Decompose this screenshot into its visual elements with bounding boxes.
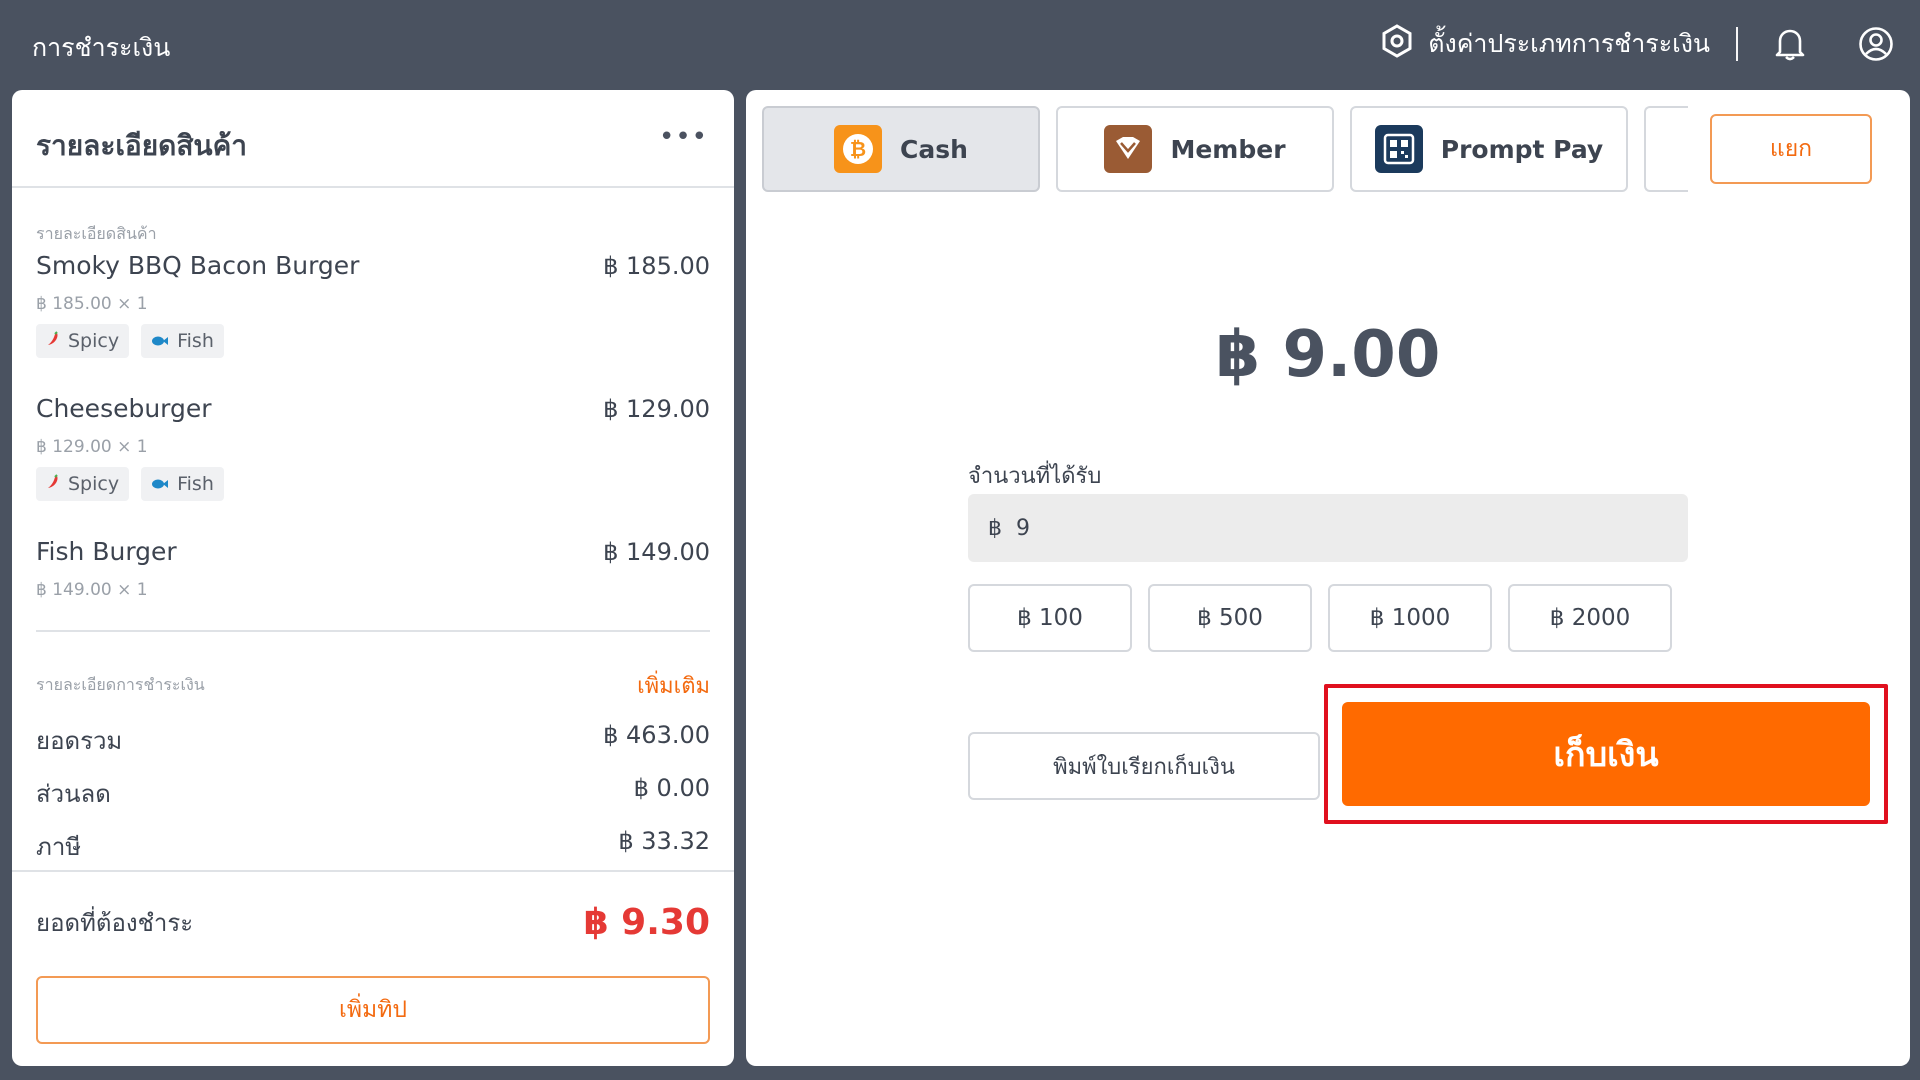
item-unit-detail: ฿ 129.00 × 1 bbox=[36, 437, 148, 457]
cash-amount-display: ฿ 9.00 bbox=[1215, 318, 1441, 392]
item-modifiers: Spicy Fish bbox=[36, 324, 710, 358]
print-bill-button[interactable]: พิมพ์ใบเรียกเก็บเงิน bbox=[968, 732, 1320, 800]
subtotal-label: ยอดรวม bbox=[36, 727, 123, 755]
amount-due-value: ฿ 9.30 bbox=[583, 902, 710, 943]
amount-due-row: ยอดที่ต้องชำระ ฿ 9.30 bbox=[36, 902, 710, 943]
quick-amount-100-button[interactable]: ฿ 100 bbox=[968, 584, 1132, 652]
modifier-label: Fish bbox=[177, 473, 214, 495]
modifier-tag: Fish bbox=[141, 467, 224, 501]
item-price: ฿ 129.00 bbox=[603, 395, 710, 423]
tax-value: ฿ 33.32 bbox=[618, 827, 710, 855]
tab-label: Cash bbox=[900, 134, 968, 164]
amount-due-section: ยอดที่ต้องชำระ ฿ 9.30 เพิ่มทิป bbox=[12, 870, 734, 1066]
order-details-title: รายละเอียดสินค้า bbox=[36, 129, 248, 162]
settings-hexagon-icon bbox=[1380, 24, 1414, 64]
payment-details-header: รายละเอียดการชำระเงิน เพิ่มเติม bbox=[12, 668, 734, 703]
svg-text:₿: ₿ bbox=[850, 137, 866, 161]
modifier-tag: Spicy bbox=[36, 324, 130, 358]
discount-label: ส่วนลด bbox=[36, 780, 111, 808]
item-name: Cheeseburger bbox=[36, 394, 212, 423]
amount-due-label: ยอดที่ต้องชำระ bbox=[36, 909, 194, 937]
page-title: การชำระเงิน bbox=[32, 33, 171, 62]
fish-icon bbox=[151, 330, 169, 352]
received-amount-label: จำนวนที่ได้รับ bbox=[968, 464, 1102, 489]
currency-symbol: ฿ bbox=[988, 515, 1002, 541]
modifier-label: Spicy bbox=[68, 330, 120, 352]
order-details-panel: รายละเอียดสินค้า ••• รายละเอียดสินค้า Sm… bbox=[12, 90, 734, 1066]
tab-cash[interactable]: ₿ Cash bbox=[762, 106, 1040, 192]
bitcoin-icon: ₿ bbox=[834, 125, 883, 173]
discount-row: ส่วนลด ฿ 0.00 bbox=[12, 774, 734, 813]
tax-label: ภาษี bbox=[36, 833, 82, 861]
subtotal-value: ฿ 463.00 bbox=[603, 721, 710, 749]
more-options-icon[interactable]: ••• bbox=[659, 122, 708, 152]
discount-value: ฿ 0.00 bbox=[633, 774, 710, 802]
modifier-tag: Spicy bbox=[36, 467, 130, 501]
item-name: Fish Burger bbox=[36, 537, 177, 566]
list-item[interactable]: Cheeseburger ฿ 129.00 ฿ 129.00 × 1 Spicy… bbox=[36, 394, 710, 501]
tab-label: Prompt Pay bbox=[1440, 134, 1604, 164]
modifier-label: Spicy bbox=[68, 473, 120, 495]
item-unit-detail: ฿ 149.00 × 1 bbox=[36, 580, 148, 600]
tab-member[interactable]: Member bbox=[1056, 106, 1334, 192]
collect-payment-button[interactable]: เก็บเงิน bbox=[1342, 702, 1870, 806]
payment-method-tabs: ₿ Cash Member Prompt Pay bbox=[762, 106, 1688, 192]
tab-label: Member bbox=[1170, 134, 1286, 164]
item-name: Smoky BBQ Bacon Burger bbox=[36, 251, 360, 280]
split-payment-button[interactable]: แยก bbox=[1710, 114, 1872, 184]
chili-icon bbox=[46, 330, 60, 352]
list-item[interactable]: Fish Burger ฿ 149.00 ฿ 149.00 × 1 bbox=[36, 537, 710, 600]
payment-details-label: รายละเอียดการชำระเงิน bbox=[36, 675, 205, 694]
qr-code-icon bbox=[1374, 125, 1423, 173]
tab-overflow-partial[interactable] bbox=[1644, 106, 1688, 192]
quick-amount-2000-button[interactable]: ฿ 2000 bbox=[1508, 584, 1672, 652]
subtotal-row: ยอดรวม ฿ 463.00 bbox=[12, 721, 734, 760]
tax-row: ภาษี ฿ 33.32 bbox=[12, 827, 734, 866]
quick-amount-buttons: ฿ 100 ฿ 500 ฿ 1000 ฿ 2000 bbox=[968, 584, 1672, 652]
items-section-label: รายละเอียดสินค้า bbox=[36, 224, 157, 243]
item-price: ฿ 149.00 bbox=[603, 538, 710, 566]
notification-bell-icon[interactable] bbox=[1770, 24, 1810, 64]
top-bar-actions: ตั้งค่าประเภทการชำระเงิน bbox=[1380, 20, 1896, 68]
tab-prompt-pay[interactable]: Prompt Pay bbox=[1350, 106, 1628, 192]
payment-type-settings-label: ตั้งค่าประเภทการชำระเงิน bbox=[1428, 29, 1710, 58]
modifier-label: Fish bbox=[177, 330, 214, 352]
modifier-tag: Fish bbox=[141, 324, 224, 358]
quick-amount-1000-button[interactable]: ฿ 1000 bbox=[1328, 584, 1492, 652]
add-tip-button[interactable]: เพิ่มทิป bbox=[36, 976, 710, 1044]
item-unit-detail: ฿ 185.00 × 1 bbox=[36, 294, 148, 314]
user-account-icon[interactable] bbox=[1856, 24, 1896, 64]
chili-icon bbox=[46, 473, 60, 495]
diamond-icon bbox=[1104, 125, 1153, 173]
fish-icon bbox=[151, 473, 169, 495]
header-divider bbox=[1736, 27, 1738, 61]
quick-amount-500-button[interactable]: ฿ 500 bbox=[1148, 584, 1312, 652]
section-divider bbox=[36, 630, 710, 632]
item-modifiers: Spicy Fish bbox=[36, 467, 710, 501]
order-details-header: รายละเอียดสินค้า ••• bbox=[12, 90, 734, 188]
received-amount-value: 9 bbox=[1016, 515, 1030, 541]
received-amount-input[interactable]: ฿ 9 bbox=[968, 494, 1688, 562]
payment-method-panel: ₿ Cash Member Prompt Pay แยก ฿ 9.00 จำนว… bbox=[746, 90, 1910, 1066]
order-items-list: รายละเอียดสินค้า Smoky BBQ Bacon Burger … bbox=[12, 222, 734, 600]
payment-type-settings-link[interactable]: ตั้งค่าประเภทการชำระเงิน bbox=[1380, 24, 1710, 64]
add-more-link[interactable]: เพิ่มเติม bbox=[637, 668, 710, 703]
item-price: ฿ 185.00 bbox=[603, 252, 710, 280]
top-bar: การชำระเงิน ตั้งค่าประเภทการชำระเงิน bbox=[0, 0, 1920, 88]
list-item[interactable]: Smoky BBQ Bacon Burger ฿ 185.00 ฿ 185.00… bbox=[36, 251, 710, 358]
